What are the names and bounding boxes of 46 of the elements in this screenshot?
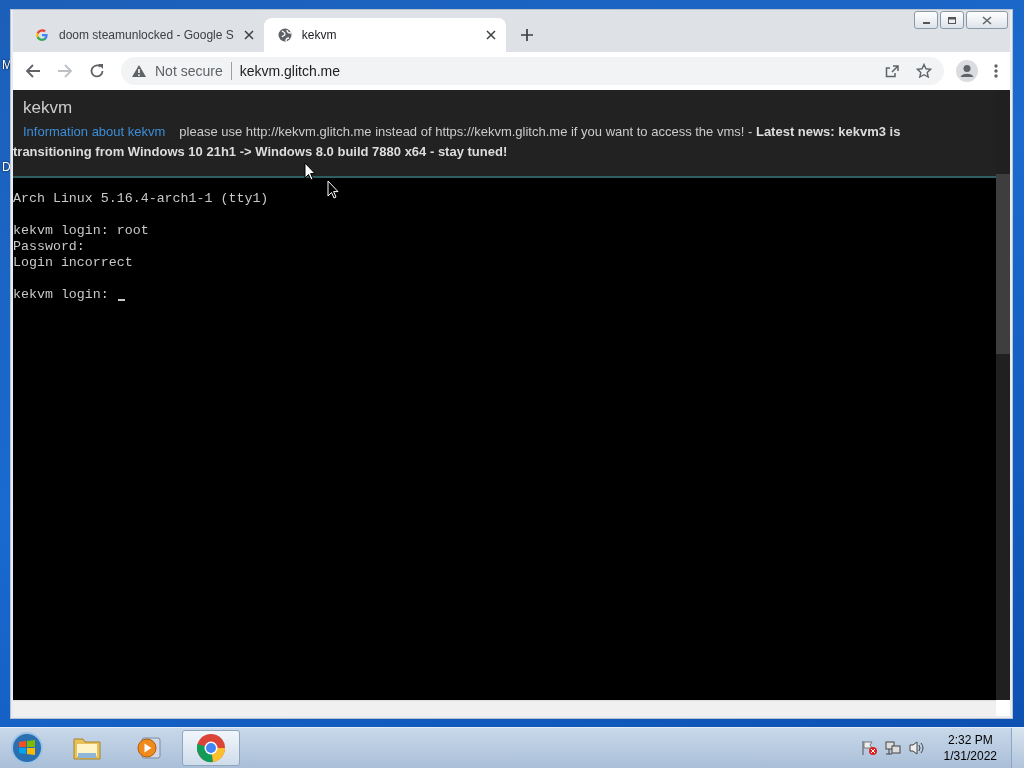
page-title: kekvm [23,98,73,118]
minimize-icon [922,22,930,24]
star-icon[interactable] [916,63,932,79]
menu-icon[interactable] [994,63,998,79]
flag-icon[interactable] [859,740,878,756]
maximize-button[interactable] [940,11,964,29]
close-icon[interactable] [485,30,496,40]
restore-icon [947,15,957,25]
url-text[interactable]: kekvm.glitch.me [239,63,341,79]
browser-tab[interactable]: kekvm [263,18,506,52]
terminal-line: Arch Linux 5.16.4-arch1-1 (tty1) [13,191,269,207]
scrollbar-corner [996,700,1010,716]
media-player-icon [136,735,162,761]
minimize-button[interactable] [914,11,938,29]
close-button[interactable] [966,11,1008,29]
pointer-icon [304,162,316,181]
google-icon [35,28,49,42]
share-icon[interactable] [884,63,900,79]
terminal-line: kekvm login: root [13,223,149,239]
volume-icon[interactable] [907,740,926,756]
security-label[interactable]: Not secure [155,63,223,79]
globe-icon [277,28,292,42]
pointer-icon [327,180,339,199]
horizontal-scrollbar[interactable] [13,700,996,716]
info-link[interactable]: Information about kekvm [23,124,166,139]
browser-tab[interactable]: doom steamunlocked - Google S [21,18,264,52]
address-bar[interactable]: Not secure kekvm.glitch.me [121,57,944,85]
warning-icon [131,64,147,78]
terminal-line: kekvm login: [13,287,109,303]
terminal-line: Login incorrect [13,255,133,271]
close-icon [982,15,992,25]
news-text: Information about kekvm please use http://kekvm.glitch.me instead of https://kekvm.glitch.me if you want to access the vms! - Latest news: kekvm3 is transitioning from Windows 10 21h1 -> Windows 8.0 build 7880 x64 - stay tuned! [13,123,902,161]
clock-time[interactable]: 2:32 PM [947,732,993,748]
desktop-icon-label[interactable]: D [2,160,12,174]
profile-icon[interactable] [956,60,978,82]
scrollbar[interactable] [996,90,1010,700]
terminal-line: Password: [13,239,85,255]
close-icon[interactable] [243,30,254,40]
folder-icon [72,735,102,761]
taskbar-button[interactable] [182,730,240,766]
chrome-icon [196,733,226,763]
clock-date[interactable]: 1/31/2022 [943,748,997,764]
reload-icon[interactable] [89,63,105,79]
new-tab-icon[interactable] [519,28,534,42]
network-icon[interactable] [883,740,902,756]
back-arrow-icon[interactable] [25,63,41,79]
